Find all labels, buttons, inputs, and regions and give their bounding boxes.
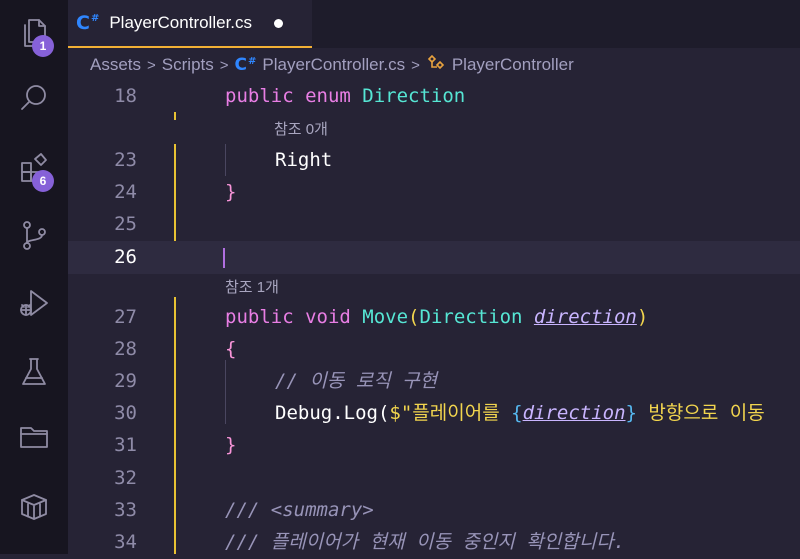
code-line[interactable]: 23 Right: [68, 144, 800, 177]
code-text: {: [225, 333, 236, 366]
code-token: direction: [533, 306, 637, 328]
code-token: Direction: [362, 85, 466, 107]
package-icon: [21, 494, 47, 520]
code-text: public void Move(Direction direction): [225, 301, 648, 334]
code-line[interactable]: 33 /// <summary>: [68, 494, 800, 527]
code-token: Direction: [419, 306, 534, 328]
code-text: /// 플레이어가 현재 이동 중인지 확인합니다.: [225, 526, 625, 559]
code-token: direction: [522, 402, 626, 424]
code-token: }: [225, 181, 237, 203]
code-token: public: [225, 85, 306, 107]
run-debug-icon: [20, 290, 48, 316]
extensions-badge: 6: [32, 170, 54, 192]
line-number: 25: [114, 213, 137, 235]
extensions-button[interactable]: 6: [0, 143, 68, 193]
code-line[interactable]: 34 /// 플레이어가 현재 이동 중인지 확인합니다.: [68, 526, 800, 559]
code-token: $"플레이어를: [389, 402, 512, 424]
code-text: }: [225, 176, 236, 209]
code-token: /// <summary>: [225, 499, 374, 521]
unsaved-dot-icon[interactable]: [274, 18, 284, 28]
line-number: 31: [114, 434, 137, 456]
code-token: enum: [305, 85, 363, 107]
search-button[interactable]: [0, 73, 68, 123]
line-number: 27: [114, 306, 137, 328]
indent-guide: [174, 112, 176, 120]
tab-bar: C # PlayerController.cs: [68, 0, 800, 48]
breadcrumb: Assets > Scripts > C # PlayerController.c…: [90, 52, 574, 78]
code-line[interactable]: 31}: [68, 429, 800, 462]
csharp-file-icon: C #: [76, 12, 100, 34]
code-text: }: [225, 429, 236, 462]
line-number: 30: [114, 402, 137, 424]
line-number: 24: [114, 181, 137, 203]
code-token: public: [225, 306, 306, 328]
source-control-button[interactable]: [0, 210, 68, 260]
line-number: 32: [114, 467, 137, 489]
breadcrumb-assets[interactable]: Assets: [90, 55, 141, 75]
line-number: 18: [114, 85, 137, 107]
breadcrumb-separator: >: [147, 56, 156, 74]
breadcrumb-separator: >: [219, 56, 229, 74]
code-token: {: [511, 402, 523, 424]
code-token: }: [225, 434, 237, 456]
code-line[interactable]: 30 Debug.Log($"플레이어를 {direction} 방향으로 이동: [68, 397, 800, 430]
code-token: Right: [275, 149, 333, 171]
code-token: void: [305, 306, 363, 328]
breadcrumb-separator: >: [411, 56, 420, 74]
line-number: 28: [114, 338, 137, 360]
code-line[interactable]: 32: [68, 462, 800, 495]
class-symbol-icon: [426, 53, 446, 78]
testing-button[interactable]: [0, 347, 68, 397]
line-number: 29: [114, 370, 137, 392]
code-line[interactable]: 25: [68, 208, 800, 241]
code-line[interactable]: 28 {: [68, 333, 800, 366]
text-cursor: [223, 248, 225, 268]
testing-icon: [22, 358, 46, 385]
code-line[interactable]: 24}: [68, 176, 800, 209]
code-line[interactable]: 29 // 이동 로직 구현: [68, 365, 800, 398]
run-debug-button[interactable]: [0, 278, 68, 328]
package-button[interactable]: [0, 482, 68, 532]
code-line[interactable]: 18 public enum Direction: [68, 80, 800, 113]
search-icon: [21, 85, 46, 110]
codelens-references[interactable]: 참조 1개: [225, 276, 279, 300]
explorer-badge: 1: [32, 35, 54, 57]
code-token: ): [636, 306, 649, 328]
code-token: Debug.Log(: [275, 402, 390, 424]
code-editor[interactable]: 18 public enum Direction 23 Right 24} 25 26 27 p…: [68, 80, 800, 554]
line-number: 34: [114, 531, 137, 553]
line-number: 23: [114, 149, 137, 171]
code-token: }: [625, 402, 637, 424]
breadcrumb-file[interactable]: PlayerController.cs: [262, 55, 405, 75]
code-text: Debug.Log($"플레이어를 {direction} 방향으로 이동: [275, 397, 765, 430]
line-number: 33: [114, 499, 137, 521]
source-control-icon: [23, 221, 46, 250]
code-token: 방향으로 이동: [636, 402, 765, 424]
folder-button[interactable]: [0, 412, 68, 462]
code-text: public enum Direction: [225, 80, 465, 113]
code-line[interactable]: 26: [68, 241, 800, 274]
explorer-button[interactable]: 1: [0, 8, 68, 58]
code-line[interactable]: 27 public void Move(Direction direction): [68, 301, 800, 334]
csharp-file-icon: C #: [234, 55, 257, 75]
activity-bar: 1 6: [0, 0, 68, 554]
codelens-references[interactable]: 참조 0개: [274, 118, 328, 142]
code-text: /// <summary>: [225, 494, 374, 527]
code-token: {: [225, 338, 237, 360]
code-text: // 이동 로직 구현: [275, 365, 437, 398]
tab-playercontroller[interactable]: C # PlayerController.cs: [68, 0, 312, 48]
breadcrumb-class[interactable]: PlayerController: [452, 55, 574, 75]
tab-title: PlayerController.cs: [109, 13, 253, 32]
code-text: Right: [275, 144, 332, 177]
code-token: (: [408, 306, 420, 328]
code-token: // 이동 로직 구현: [275, 370, 438, 392]
code-token: /// 플레이어가 현재 이동 중인지 확인합니다.: [225, 531, 626, 553]
breadcrumb-scripts[interactable]: Scripts: [162, 55, 214, 75]
code-token: Move: [362, 306, 409, 328]
folder-icon: [20, 427, 48, 448]
line-number: 26: [114, 246, 137, 268]
